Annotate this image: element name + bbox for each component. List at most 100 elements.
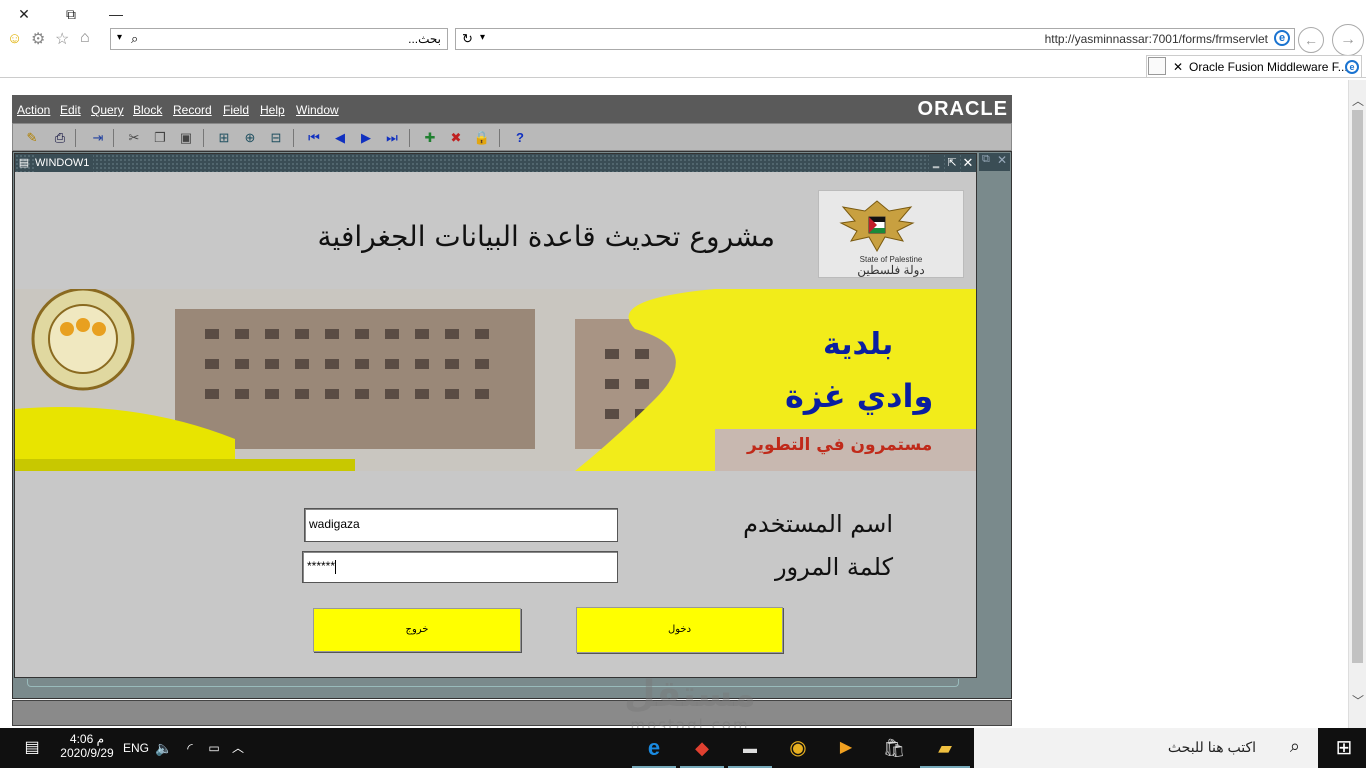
palestine-seal: State of Palestine دولة فلسطين — [818, 190, 964, 278]
new-tab-button[interactable] — [1148, 57, 1166, 75]
star-icon[interactable]: ☆ — [55, 29, 69, 49]
refresh-icon[interactable]: ↻ — [462, 31, 473, 47]
windows-start-icon[interactable]: ⊞ — [1322, 728, 1366, 768]
file-explorer-taskbar-icon[interactable]: ▰ — [920, 728, 970, 768]
chrome-taskbar-icon[interactable]: ◉ — [776, 728, 820, 768]
lock-record-icon[interactable]: 🔒 — [473, 129, 491, 147]
delete-record-icon[interactable]: ✖ — [447, 129, 465, 147]
oracle-menu-bar: Action Edit Query Block Record Field Hel… — [12, 95, 1012, 123]
ie-taskbar-icon[interactable]: e — [632, 728, 676, 768]
app-taskbar-icon[interactable]: ◆ — [680, 728, 724, 768]
menu-query[interactable]: Query — [91, 103, 124, 117]
login-button[interactable]: دخول — [576, 607, 783, 653]
oracle-logo: ORACLE — [917, 98, 1008, 120]
close-icon[interactable]: ✕ — [997, 153, 1007, 167]
page-heading: مشروع تحديث قاعدة البيانات الجغرافية — [317, 220, 776, 253]
first-record-icon[interactable]: ⏮ — [305, 129, 323, 147]
exit-button[interactable]: خروج — [313, 608, 521, 652]
ie-tab-icon: e — [1345, 60, 1359, 74]
clock-time: 4:06 م — [69, 732, 105, 746]
menu-record[interactable]: Record — [173, 103, 212, 117]
enter-query-icon[interactable]: ⊞ — [215, 129, 233, 147]
tab-close-icon[interactable]: ✕ — [1173, 56, 1183, 78]
windows-taskbar: ▤ 4:06 م 2020/9/29 ENG 🔈 ◜ ▭ ︿ e ◆ ▬ ◉ ▶… — [0, 728, 1366, 768]
copy-icon[interactable]: ❐ — [151, 129, 169, 147]
show-hidden-icons-icon[interactable]: ︿ — [228, 728, 248, 768]
browser-title-bar: ✕ ⧉ — — [0, 0, 1366, 28]
browser-tab[interactable]: ✕ Oracle Fusion Middleware F... e — [1146, 55, 1362, 77]
banner-line-2: وادي غزة — [785, 377, 934, 415]
menu-window[interactable]: Window — [296, 103, 339, 117]
scroll-thumb[interactable] — [1352, 110, 1363, 663]
menu-field[interactable]: Field — [223, 103, 249, 117]
username-field[interactable]: wadigaza — [304, 508, 618, 542]
taskbar-search-box[interactable]: اكتب هنا للبحث ⌕ — [974, 728, 1318, 768]
smiley-icon[interactable]: ☺ — [7, 30, 22, 47]
save-icon[interactable]: ✎ — [23, 129, 41, 147]
close-icon[interactable]: ✕ — [961, 154, 975, 172]
browser-content: Action Edit Query Block Record Field Hel… — [0, 80, 1348, 728]
taskbar-search-placeholder: اكتب هنا للبحث — [1167, 739, 1256, 755]
language-indicator[interactable]: ENG — [120, 728, 152, 768]
window-icon: ▤ — [18, 157, 30, 169]
execute-query-icon[interactable]: ⊕ — [241, 129, 259, 147]
username-value: wadigaza — [309, 517, 360, 531]
dropdown-icon[interactable]: ▾ — [117, 32, 122, 43]
banner-line-1: بلدية — [823, 327, 894, 362]
window1: ▤ WINDOW1 ‗ ⇱ ✕ State of Palestine دولة … — [14, 153, 977, 678]
gear-icon[interactable]: ⚙ — [31, 29, 45, 49]
exit-icon[interactable]: ⇥ — [89, 129, 107, 147]
forward-button[interactable]: → — [1332, 24, 1364, 56]
minimize-icon[interactable]: ‗ — [929, 154, 943, 172]
password-field[interactable]: ****** — [302, 551, 618, 583]
username-label: اسم المستخدم — [743, 510, 893, 538]
scroll-down-icon[interactable]: ﹀ — [1352, 692, 1364, 709]
search-box-text: بحث... — [408, 32, 441, 46]
minimize-window-button[interactable]: — — [104, 4, 128, 24]
network-icon[interactable]: ◜ — [180, 728, 200, 768]
store-taskbar-icon[interactable]: 🛍 — [872, 728, 916, 768]
cancel-query-icon[interactable]: ⊟ — [267, 129, 285, 147]
battery-icon[interactable]: ▭ — [204, 728, 224, 768]
search-icon: ⌕ — [1289, 736, 1300, 756]
notifications-icon[interactable]: ▤ — [20, 728, 44, 768]
home-icon[interactable]: ⌂ — [80, 29, 90, 47]
ie-page-icon: e — [1274, 30, 1290, 46]
menu-action[interactable]: Action — [17, 103, 50, 117]
help-icon[interactable]: ? — [511, 129, 529, 147]
eagle-emblem-icon — [839, 200, 915, 253]
next-record-icon[interactable]: ▶ — [357, 129, 375, 147]
menu-help[interactable]: Help — [260, 103, 285, 117]
menu-block[interactable]: Block — [133, 103, 162, 117]
clock-date: 2020/9/29 — [60, 746, 114, 760]
media-player-taskbar-icon[interactable]: ▶ — [824, 728, 868, 768]
oracle-status-bar — [12, 700, 1012, 726]
cut-icon[interactable]: ✂ — [125, 129, 143, 147]
address-bar[interactable]: ↻ ▾ http://yasminnassar:7001/forms/frmse… — [455, 28, 1295, 50]
browser-search-box[interactable]: ▾ ⌕ بحث... — [110, 28, 448, 50]
clock[interactable]: 4:06 م 2020/9/29 — [52, 728, 122, 768]
window1-body: State of Palestine دولة فلسطين مشروع تحد… — [15, 172, 976, 677]
maximize-icon[interactable]: ⇱ — [945, 154, 959, 172]
window-controls-panel: ⧉ ✕ — [979, 153, 1010, 171]
window1-title-bar: ▤ WINDOW1 ‗ ⇱ ✕ — [15, 154, 976, 172]
print-icon[interactable]: ⎙ — [51, 129, 69, 147]
search-icon: ⌕ — [131, 31, 139, 46]
restore-icon[interactable]: ⧉ — [982, 153, 990, 166]
last-record-icon[interactable]: ⏭ — [383, 129, 401, 147]
scroll-up-icon[interactable]: ︿ — [1352, 92, 1364, 109]
menu-edit[interactable]: Edit — [60, 103, 81, 117]
page-scrollbar[interactable]: ︿ ﹀ — [1348, 80, 1366, 728]
terminal-taskbar-icon[interactable]: ▬ — [728, 728, 772, 768]
restore-window-button[interactable]: ⧉ — [59, 4, 83, 24]
previous-record-icon[interactable]: ◀ — [331, 129, 349, 147]
back-button[interactable]: ← — [1298, 27, 1324, 53]
insert-record-icon[interactable]: ✚ — [421, 129, 439, 147]
close-window-button[interactable]: ✕ — [12, 4, 36, 24]
dropdown-icon[interactable]: ▾ — [480, 32, 485, 43]
paste-icon[interactable]: ▣ — [177, 129, 195, 147]
password-value: ****** — [307, 559, 336, 573]
address-url: http://yasminnassar:7001/forms/frmservle… — [1044, 32, 1268, 46]
window1-title: WINDOW1 — [35, 154, 94, 172]
volume-icon[interactable]: 🔈 — [154, 728, 174, 768]
